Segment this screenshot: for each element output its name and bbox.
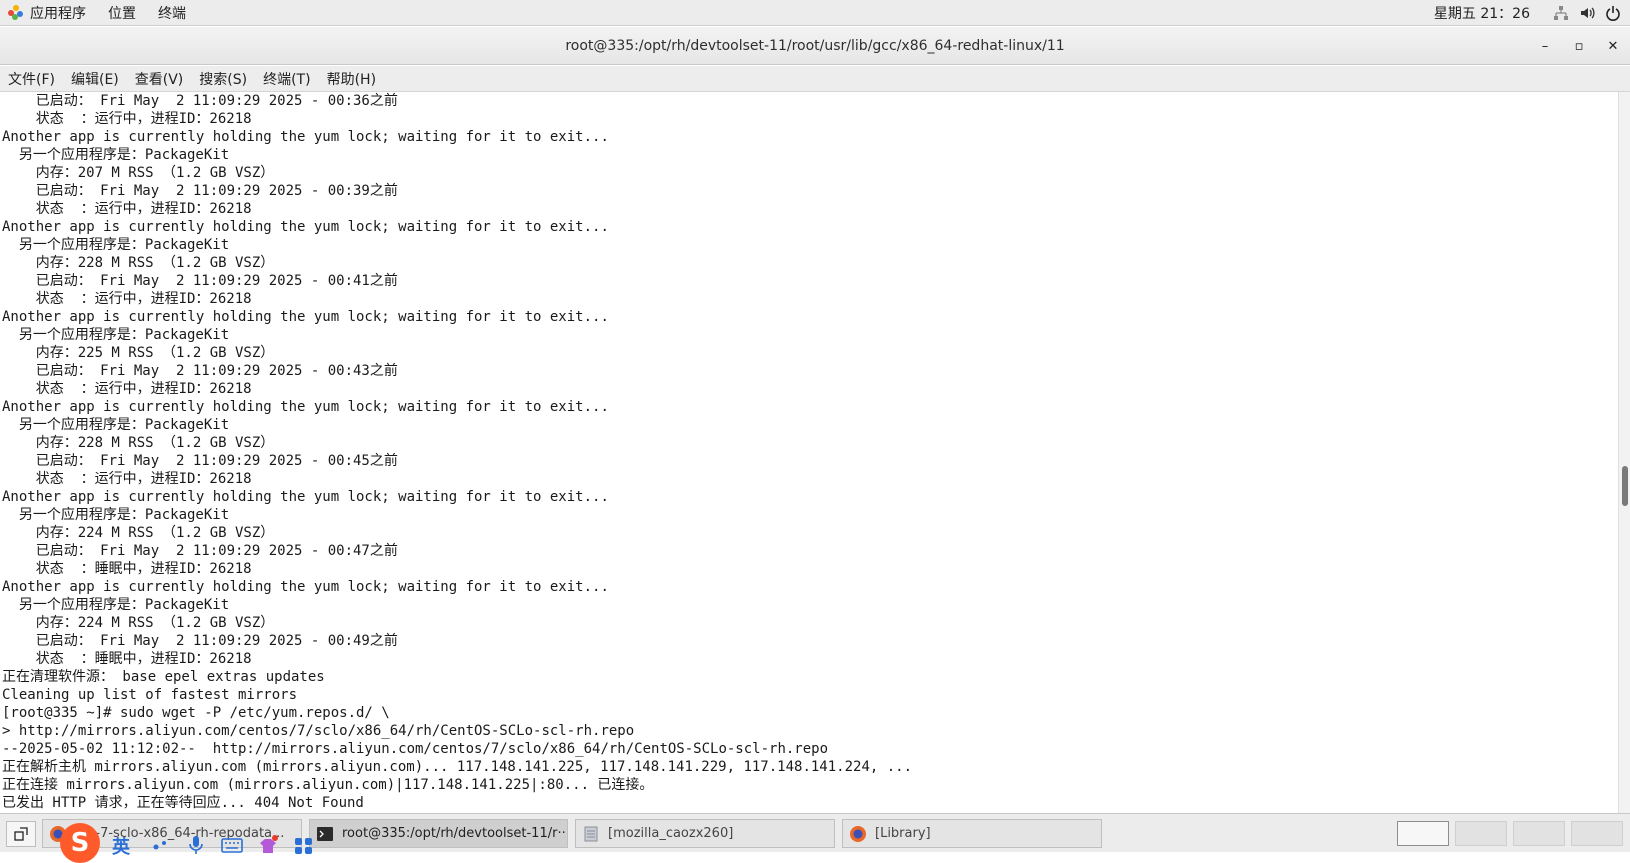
- taskbar-item-file-manager[interactable]: [mozilla_caozx260]: [575, 819, 835, 848]
- applications-menu-label: 应用程序: [30, 5, 86, 22]
- scrollbar-thumb[interactable]: [1622, 466, 1628, 506]
- terminal-line: 已启动： Fri May 2 11:09:29 2025 - 00:43之前: [2, 363, 398, 379]
- terminal-line: 正在连接 mirrors.aliyun.com (mirrors.aliyun.…: [2, 777, 654, 793]
- skin-icon[interactable]: [256, 833, 280, 857]
- terminal-line: 另一个应用程序是：PackageKit: [2, 237, 230, 253]
- ime-mode-label[interactable]: 英: [112, 833, 136, 858]
- places-menu[interactable]: 位置: [97, 0, 147, 26]
- workspace-3[interactable]: [1513, 821, 1565, 846]
- terminal-scrollbar[interactable]: [1618, 92, 1630, 813]
- terminal-line: 内存：224 M RSS （1.2 GB VSZ）: [2, 615, 275, 631]
- terminal-line: 已发出 HTTP 请求，正在等待回应... 404 Not Found: [2, 795, 364, 811]
- toolbox-icon[interactable]: [292, 833, 316, 857]
- terminal-line: 已启动： Fri May 2 11:09:29 2025 - 00:41之前: [2, 273, 398, 289]
- terminal-menubar: 文件(F) 编辑(E) 查看(V) 搜索(S) 终端(T) 帮助(H): [0, 66, 1630, 92]
- close-button[interactable]: ✕: [1596, 27, 1630, 65]
- workspace-1[interactable]: [1397, 821, 1449, 846]
- terminal-line: 正在清理软件源： base epel extras updates: [2, 669, 325, 685]
- terminal-line: 已启动： Fri May 2 11:09:29 2025 - 00:47之前: [2, 543, 398, 559]
- terminal-line: 状态 ：运行中，进程ID：26218: [2, 201, 252, 217]
- window-titlebar[interactable]: root@335:/opt/rh/devtoolset-11/root/usr/…: [0, 27, 1630, 65]
- taskbar-item-label: [mozilla_caozx260]: [608, 826, 734, 841]
- terminal-line: 状态 ：运行中，进程ID：26218: [2, 111, 252, 127]
- terminal-line: Another app is currently holding the yum…: [2, 399, 609, 415]
- file-manager-icon: [584, 826, 598, 841]
- workspace-4[interactable]: [1571, 821, 1623, 846]
- menu-view[interactable]: 查看(V): [127, 66, 192, 92]
- terminal-line: 已启动： Fri May 2 11:09:29 2025 - 00:36之前: [2, 93, 398, 109]
- terminal-line: 另一个应用程序是：PackageKit: [2, 507, 230, 523]
- applications-icon: [8, 4, 24, 21]
- terminal-line: 正在解析主机 mirrors.aliyun.com (mirrors.aliyu…: [2, 759, 913, 775]
- terminal-line: Another app is currently holding the yum…: [2, 219, 609, 235]
- terminal-line: [root@335 ~]# sudo wget -P /etc/yum.repo…: [2, 705, 390, 721]
- terminal-line: --2025-05-02 11:12:02-- http://mirrors.a…: [2, 741, 829, 757]
- show-desktop-icon: [14, 827, 28, 841]
- terminal-output[interactable]: 已启动： Fri May 2 11:09:29 2025 - 00:36之前 状…: [0, 92, 1618, 813]
- places-menu-label: 位置: [108, 5, 136, 22]
- keyboard-icon[interactable]: [220, 833, 244, 857]
- volume-icon[interactable]: [1574, 0, 1600, 26]
- terminal-line: > http://mirrors.aliyun.com/centos/7/scl…: [2, 723, 635, 739]
- firefox-icon: [850, 825, 866, 842]
- power-icon[interactable]: [1600, 0, 1626, 26]
- taskbar-item-library[interactable]: [Library]: [842, 819, 1102, 848]
- taskbar-item-label: root@335:/opt/rh/devtoolset-11/r···: [342, 826, 568, 841]
- taskbar-item-label: [Library]: [875, 826, 931, 841]
- top-panel: 应用程序 位置 终端 星期五 21：26: [0, 0, 1630, 26]
- terminal-line: 内存：225 M RSS （1.2 GB VSZ）: [2, 345, 275, 361]
- minimize-button[interactable]: –: [1528, 27, 1562, 65]
- workspace-2[interactable]: [1455, 821, 1507, 846]
- sogou-logo-icon[interactable]: S: [60, 823, 100, 863]
- applications-menu[interactable]: 应用程序: [0, 0, 97, 26]
- microphone-icon[interactable]: [184, 833, 208, 857]
- terminal-line: 另一个应用程序是：PackageKit: [2, 417, 230, 433]
- menu-help[interactable]: 帮助(H): [319, 66, 384, 92]
- terminal-line: Another app is currently holding the yum…: [2, 489, 609, 505]
- terminal-line: 内存：224 M RSS （1.2 GB VSZ）: [2, 525, 275, 541]
- terminal-line: 状态 ：运行中，进程ID：26218: [2, 291, 252, 307]
- terminal-icon: [317, 826, 333, 841]
- terminal-line: Another app is currently holding the yum…: [2, 309, 609, 325]
- terminal-line: 状态 ：运行中，进程ID：26218: [2, 381, 252, 397]
- terminal-line: 已启动： Fri May 2 11:09:29 2025 - 00:45之前: [2, 453, 398, 469]
- terminal-line: 状态 ：睡眠中，进程ID：26218: [2, 651, 252, 667]
- terminal-line: 内存：228 M RSS （1.2 GB VSZ）: [2, 255, 275, 271]
- clock[interactable]: 星期五 21：26: [1416, 3, 1548, 23]
- terminal-line: 另一个应用程序是：PackageKit: [2, 327, 230, 343]
- terminal-line: 状态 ：运行中，进程ID：26218: [2, 471, 252, 487]
- menu-search[interactable]: 搜索(S): [191, 66, 255, 92]
- terminal-line: Another app is currently holding the yum…: [2, 579, 609, 595]
- punctuation-icon[interactable]: [148, 833, 172, 857]
- terminal-line: Another app is currently holding the yum…: [2, 129, 609, 145]
- menu-terminal[interactable]: 终端(T): [255, 66, 318, 92]
- terminal-line: 内存：207 M RSS （1.2 GB VSZ）: [2, 165, 275, 181]
- terminal-line: 状态 ：睡眠中，进程ID：26218: [2, 561, 252, 577]
- terminal-line: 已启动： Fri May 2 11:09:29 2025 - 00:49之前: [2, 633, 398, 649]
- show-desktop-button[interactable]: [6, 821, 36, 847]
- terminal-line: 内存：228 M RSS （1.2 GB VSZ）: [2, 435, 275, 451]
- terminal-line: 另一个应用程序是：PackageKit: [2, 597, 230, 613]
- taskbar-item-terminal[interactable]: root@335:/opt/rh/devtoolset-11/r···: [309, 819, 568, 848]
- ime-toolbar[interactable]: S 英: [60, 823, 316, 863]
- terminal-app-menu-label: 终端: [158, 5, 186, 22]
- maximize-button[interactable]: ▫: [1562, 27, 1596, 65]
- terminal-line: 另一个应用程序是：PackageKit: [2, 147, 230, 163]
- terminal-line: Cleaning up list of fastest mirrors: [2, 687, 298, 703]
- window-title: root@335:/opt/rh/devtoolset-11/root/usr/…: [565, 37, 1065, 54]
- terminal-app-menu[interactable]: 终端: [147, 0, 197, 26]
- network-icon[interactable]: [1548, 0, 1574, 26]
- terminal-line: 已启动： Fri May 2 11:09:29 2025 - 00:39之前: [2, 183, 398, 199]
- menu-file[interactable]: 文件(F): [0, 66, 63, 92]
- menu-edit[interactable]: 编辑(E): [63, 66, 127, 92]
